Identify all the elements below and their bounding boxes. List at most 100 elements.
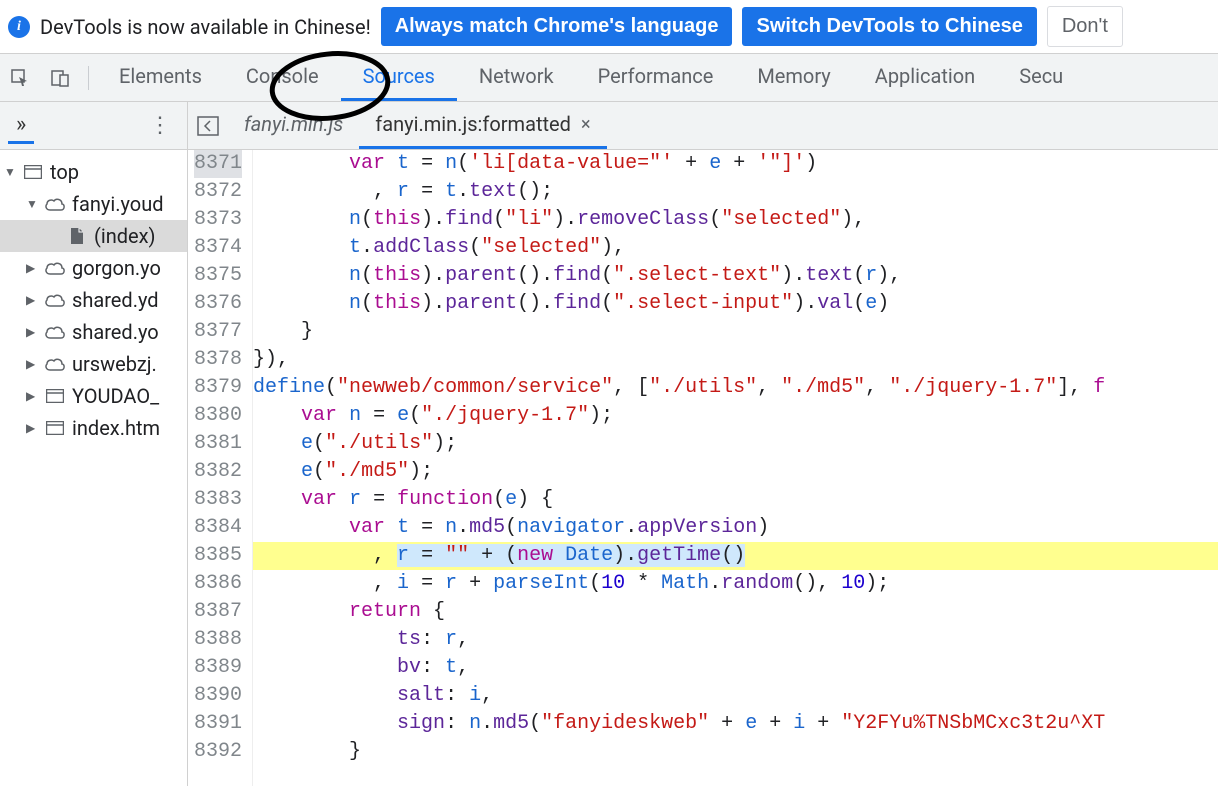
window-icon bbox=[44, 387, 66, 405]
line-number[interactable]: 8381 bbox=[194, 430, 242, 458]
tree-item[interactable]: ▼top bbox=[0, 156, 187, 188]
panel-tab-application[interactable]: Application bbox=[853, 54, 997, 101]
tree-caret-icon[interactable]: ▶ bbox=[26, 389, 38, 403]
navigator-toggle-icon[interactable] bbox=[188, 102, 228, 149]
tree-item-label: YOUDAO_ bbox=[72, 384, 159, 408]
tree-item[interactable]: ▶urswebzj. bbox=[0, 348, 187, 380]
file-tab-label: fanyi.min.js bbox=[244, 112, 343, 136]
tree-item[interactable]: ▼fanyi.youd bbox=[0, 188, 187, 220]
line-number[interactable]: 8386 bbox=[194, 570, 242, 598]
code-line[interactable]: n(this).parent().find(".select-input").v… bbox=[253, 290, 1218, 318]
sidebar-overflow-toggle[interactable]: » bbox=[8, 108, 34, 144]
code-line[interactable]: salt: i, bbox=[253, 682, 1218, 710]
info-icon: i bbox=[8, 16, 30, 38]
tree-caret-icon[interactable]: ▶ bbox=[26, 261, 38, 275]
tree-item[interactable]: ▶ YOUDAO_ bbox=[0, 380, 187, 412]
line-number[interactable]: 8380 bbox=[194, 402, 242, 430]
line-number[interactable]: 8376 bbox=[194, 290, 242, 318]
line-number[interactable]: 8375 bbox=[194, 262, 242, 290]
code-line[interactable]: , r = "" + (new Date).getTime() bbox=[253, 542, 1218, 570]
language-notification-bar: i DevTools is now available in Chinese! … bbox=[0, 0, 1218, 54]
panel-tab-network[interactable]: Network bbox=[457, 54, 576, 101]
line-number[interactable]: 8384 bbox=[194, 514, 242, 542]
code-line[interactable]: bv: t, bbox=[253, 654, 1218, 682]
window-icon bbox=[22, 163, 44, 181]
line-number[interactable]: 8391 bbox=[194, 710, 242, 738]
file-icon bbox=[66, 227, 88, 245]
code-line[interactable]: sign: n.md5("fanyideskweb" + e + i + "Y2… bbox=[253, 710, 1218, 738]
line-number-gutter: 8371837283738374837583768377837883798380… bbox=[188, 150, 253, 786]
tree-item[interactable]: ▶shared.yd bbox=[0, 284, 187, 316]
line-number[interactable]: 8389 bbox=[194, 654, 242, 682]
window-icon bbox=[44, 419, 66, 437]
panel-tab-console[interactable]: Console bbox=[224, 54, 341, 101]
panel-tab-sources[interactable]: Sources bbox=[341, 54, 457, 101]
file-tab[interactable]: fanyi.min.js:formatted × bbox=[359, 102, 606, 149]
sources-sidebar: » ⋮ ▼top▼fanyi.youd(index)▶gorgon.yo▶sha… bbox=[0, 102, 188, 786]
code-line[interactable]: var t = n('li[data-value="' + e + '"]') bbox=[253, 150, 1218, 178]
tree-caret-icon[interactable]: ▼ bbox=[26, 197, 38, 211]
match-chrome-language-button[interactable]: Always match Chrome's language bbox=[381, 7, 733, 46]
code-line[interactable]: define("newweb/common/service", ["./util… bbox=[253, 374, 1218, 402]
line-number[interactable]: 8371 bbox=[194, 150, 242, 178]
file-tab-label: fanyi.min.js:formatted bbox=[375, 112, 571, 136]
code-line[interactable]: e("./utils"); bbox=[253, 430, 1218, 458]
panel-tab-memory[interactable]: Memory bbox=[735, 54, 852, 101]
code-line[interactable]: var t = n.md5(navigator.appVersion) bbox=[253, 514, 1218, 542]
tree-item[interactable]: ▶gorgon.yo bbox=[0, 252, 187, 284]
tree-caret-icon[interactable]: ▶ bbox=[26, 357, 38, 371]
line-number[interactable]: 8373 bbox=[194, 206, 242, 234]
tree-item-label: shared.yo bbox=[72, 320, 159, 344]
code-line[interactable]: return { bbox=[253, 598, 1218, 626]
tree-item[interactable]: ▶ shared.yo bbox=[0, 316, 187, 348]
device-toolbar-icon[interactable] bbox=[40, 54, 80, 101]
line-number[interactable]: 8387 bbox=[194, 598, 242, 626]
tree-caret-icon[interactable]: ▶ bbox=[26, 325, 38, 339]
cloud-icon bbox=[44, 195, 66, 213]
code-line[interactable]: , r = t.text(); bbox=[253, 178, 1218, 206]
dont-switch-button[interactable]: Don't bbox=[1047, 6, 1123, 47]
code-line[interactable]: t.addClass("selected"), bbox=[253, 234, 1218, 262]
code-line[interactable]: } bbox=[253, 318, 1218, 346]
code-line[interactable]: ts: r, bbox=[253, 626, 1218, 654]
close-icon[interactable]: × bbox=[581, 114, 591, 135]
code-line[interactable]: , i = r + parseInt(10 * Math.random(), 1… bbox=[253, 570, 1218, 598]
code-line[interactable]: e("./md5"); bbox=[253, 458, 1218, 486]
line-number[interactable]: 8383 bbox=[194, 486, 242, 514]
code-line[interactable]: n(this).find("li").removeClass("selected… bbox=[253, 206, 1218, 234]
line-number[interactable]: 8372 bbox=[194, 178, 242, 206]
open-file-tabs: fanyi.min.js fanyi.min.js:formatted × bbox=[188, 102, 1218, 150]
sidebar-more-icon[interactable]: ⋮ bbox=[141, 109, 179, 142]
code-line[interactable]: }), bbox=[253, 346, 1218, 374]
tree-caret-icon[interactable]: ▶ bbox=[26, 421, 38, 435]
code-line[interactable]: n(this).parent().find(".select-text").te… bbox=[253, 262, 1218, 290]
sources-content: fanyi.min.js fanyi.min.js:formatted × 8371… bbox=[188, 102, 1218, 786]
line-number[interactable]: 8378 bbox=[194, 346, 242, 374]
panel-tab-elements[interactable]: Elements bbox=[97, 54, 224, 101]
switch-devtools-chinese-button[interactable]: Switch DevTools to Chinese bbox=[742, 7, 1036, 46]
cloud-icon bbox=[44, 323, 66, 341]
file-tab[interactable]: fanyi.min.js bbox=[228, 102, 359, 149]
line-number[interactable]: 8379 bbox=[194, 374, 242, 402]
tree-item[interactable]: (index) bbox=[0, 220, 187, 252]
line-number[interactable]: 8382 bbox=[194, 458, 242, 486]
inspect-element-icon[interactable] bbox=[0, 54, 40, 101]
line-number[interactable]: 8388 bbox=[194, 626, 242, 654]
tree-caret-icon[interactable]: ▼ bbox=[4, 165, 16, 179]
line-number[interactable]: 8390 bbox=[194, 682, 242, 710]
line-number[interactable]: 8377 bbox=[194, 318, 242, 346]
line-number[interactable]: 8374 bbox=[194, 234, 242, 262]
code-line[interactable]: } bbox=[253, 738, 1218, 766]
tree-item[interactable]: ▶index.htm bbox=[0, 412, 187, 444]
tree-caret-icon[interactable]: ▶ bbox=[26, 293, 38, 307]
code-editor[interactable]: 8371837283738374837583768377837883798380… bbox=[188, 150, 1218, 786]
line-number[interactable]: 8392 bbox=[194, 738, 242, 766]
code-line[interactable]: var n = e("./jquery-1.7"); bbox=[253, 402, 1218, 430]
code-line[interactable]: var r = function(e) { bbox=[253, 486, 1218, 514]
devtools-panel-tabs: ElementsConsoleSourcesNetworkPerformance… bbox=[0, 54, 1218, 102]
panel-tab-performance[interactable]: Performance bbox=[576, 54, 736, 101]
line-number[interactable]: 8385 bbox=[194, 542, 242, 570]
panel-tab-secu[interactable]: Secu bbox=[997, 54, 1085, 101]
code-area[interactable]: var t = n('li[data-value="' + e + '"]') … bbox=[253, 150, 1218, 786]
cloud-icon bbox=[44, 355, 66, 373]
